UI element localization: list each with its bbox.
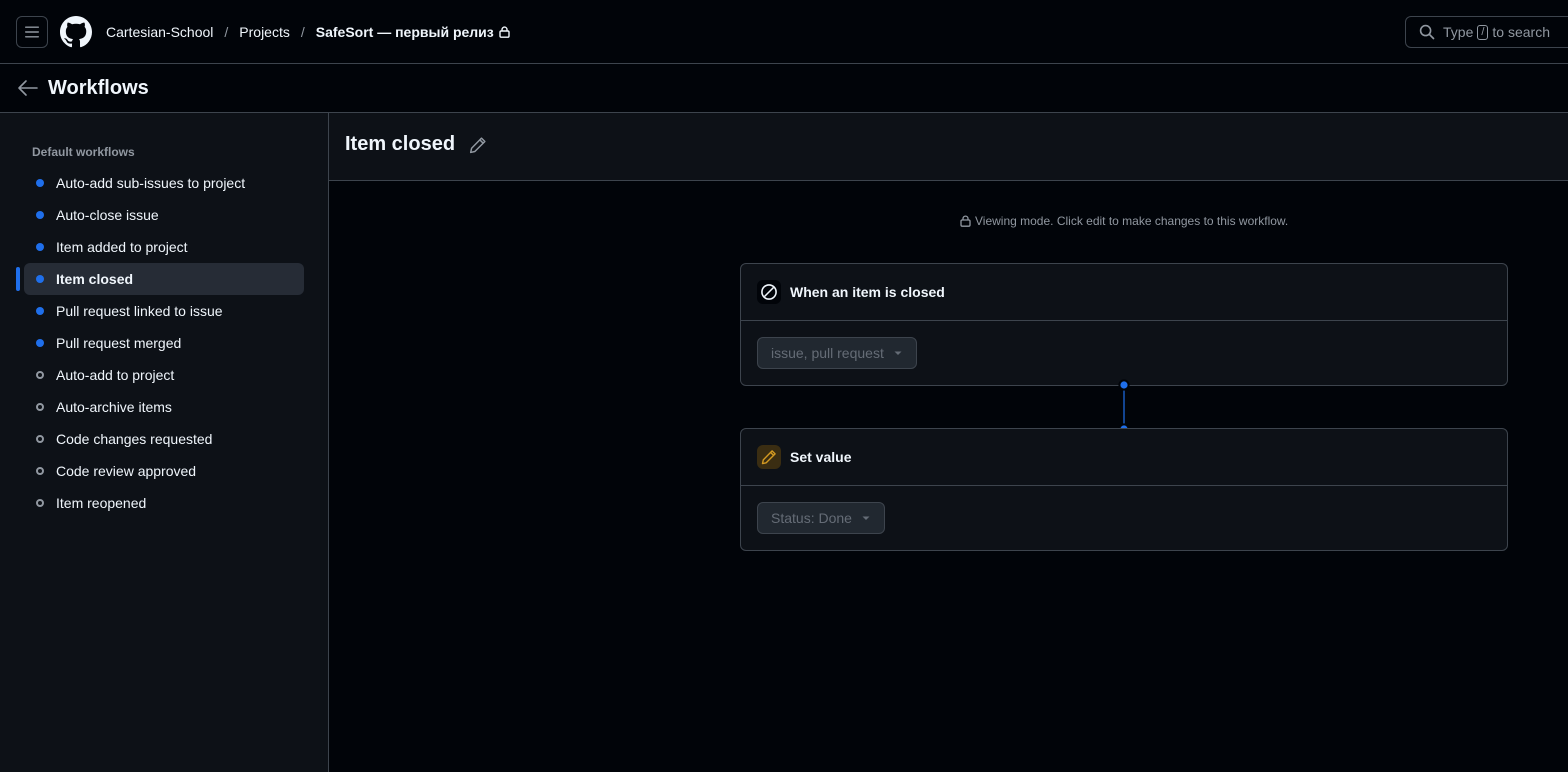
workflow-item[interactable]: Auto-add to project (24, 359, 304, 391)
global-header: Cartesian-School / Projects / SafeSort —… (0, 0, 1568, 64)
circle-slash-icon (757, 280, 781, 304)
workflow-item[interactable]: Auto-add sub-issues to project (24, 167, 304, 199)
workflow-item-label: Code review approved (56, 463, 197, 479)
trigger-card-body: issue, pull request (741, 321, 1507, 385)
workflow-item-label: Code changes requested (56, 431, 213, 447)
workflow-item-label: Auto-close issue (56, 207, 159, 223)
sidebar-heading: Default workflows (32, 145, 135, 159)
workflow-item[interactable]: Auto-archive items (24, 391, 304, 423)
breadcrumb: Cartesian-School / Projects / SafeSort —… (106, 22, 510, 42)
search-input[interactable]: Type / to search (1405, 16, 1568, 48)
item-type-filter-select[interactable]: issue, pull request (757, 337, 917, 369)
github-mark-icon (60, 16, 92, 48)
breadcrumb-projects[interactable]: Projects (239, 24, 290, 40)
workflow-disabled-dot-icon (36, 403, 44, 411)
viewing-mode-text: Viewing mode. Click edit to make changes… (975, 214, 1289, 228)
page-header: Workflows (0, 64, 1568, 113)
status-value: Status: Done (771, 510, 852, 526)
workflow-item-label: Auto-add to project (56, 367, 175, 383)
workflow-item[interactable]: Code review approved (24, 455, 304, 487)
workflow-enabled-dot-icon (36, 339, 44, 347)
github-logo[interactable] (60, 16, 92, 48)
workflow-item-label: Item closed (56, 271, 134, 287)
breadcrumb-separator: / (300, 24, 305, 40)
workflow-item[interactable]: Item reopened (24, 487, 304, 519)
workflow-item[interactable]: Code changes requested (24, 423, 304, 455)
workflow-item[interactable]: Pull request linked to issue (24, 295, 304, 327)
workflow-enabled-dot-icon (36, 179, 44, 187)
workflow-disabled-dot-icon (36, 371, 44, 379)
action-card-body: Status: Done (741, 486, 1507, 550)
workflow-item-selected[interactable]: Item closed (16, 263, 304, 295)
search-prefix: Type (1443, 24, 1474, 40)
arrow-left-icon (18, 80, 38, 96)
triangle-down-icon (862, 516, 870, 520)
search-icon (1419, 24, 1435, 40)
trigger-card-header: When an item is closed (741, 264, 1507, 321)
action-card-header: Set value (741, 429, 1507, 486)
menu-button[interactable] (16, 16, 48, 48)
workflow-item-label: Pull request linked to issue (56, 303, 223, 319)
workflow-enabled-dot-icon (36, 211, 44, 219)
workflow-item-label: Pull request merged (56, 335, 182, 351)
lock-icon (499, 26, 510, 38)
breadcrumb-separator: / (224, 24, 229, 40)
workflow-enabled-dot-icon (36, 275, 44, 283)
action-title: Set value (790, 449, 852, 465)
workflow-enabled-dot-icon (36, 307, 44, 315)
workflow-item-label: Item added to project (56, 239, 188, 255)
selected-indicator (16, 267, 20, 291)
edit-workflow-name-button[interactable] (469, 136, 489, 156)
trigger-title: When an item is closed (790, 284, 945, 300)
item-type-filter-value: issue, pull request (771, 345, 884, 361)
search-suffix: to search (1492, 24, 1551, 40)
workflow-item[interactable]: Auto-close issue (24, 199, 304, 231)
workflow-item-label: Auto-add sub-issues to project (56, 175, 246, 191)
workflow-connector (1118, 379, 1130, 435)
workflow-item-label: Item reopened (56, 495, 147, 511)
connector-start-dot (1118, 379, 1130, 391)
breadcrumb-project-name[interactable]: SafeSort — первый релиз (316, 24, 494, 40)
action-card: Set value Status: Done (740, 428, 1508, 551)
workflow-header: Item closed (329, 113, 1568, 181)
hamburger-icon (25, 26, 39, 38)
viewing-mode-notice: Viewing mode. Click edit to make changes… (960, 214, 1288, 228)
workflows-sidebar: Default workflows Auto-add sub-issues to… (0, 113, 329, 772)
workflow-disabled-dot-icon (36, 467, 44, 475)
back-button[interactable] (17, 78, 39, 98)
workflow-list: Auto-add sub-issues to project Auto-clos… (16, 167, 304, 519)
page-title: Workflows (48, 77, 149, 99)
workflow-item[interactable]: Pull request merged (24, 327, 304, 359)
workflow-disabled-dot-icon (36, 435, 44, 443)
workflow-disabled-dot-icon (36, 499, 44, 507)
trigger-card: When an item is closed issue, pull reque… (740, 263, 1508, 386)
workflow-item[interactable]: Item added to project (24, 231, 304, 263)
breadcrumb-owner[interactable]: Cartesian-School (106, 24, 213, 40)
pencil-icon (757, 445, 781, 469)
workflow-enabled-dot-icon (36, 243, 44, 251)
status-value-select[interactable]: Status: Done (757, 502, 885, 534)
pencil-icon (469, 137, 486, 154)
search-shortcut-key: / (1477, 24, 1489, 40)
triangle-down-icon (894, 351, 902, 355)
workflow-item-label: Auto-archive items (56, 399, 172, 415)
lock-icon (960, 215, 971, 227)
workflow-title: Item closed (345, 133, 456, 155)
